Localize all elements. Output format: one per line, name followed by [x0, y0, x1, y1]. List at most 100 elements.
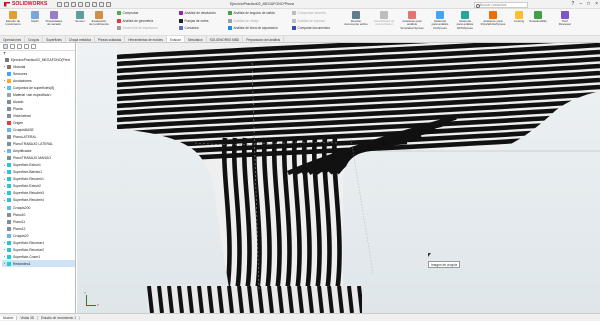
tree-item[interactable]: Sensores — [2, 70, 75, 77]
ribbon-button-0[interactable]: Estudio de movimiento — [3, 11, 23, 27]
ribbon-command-icon — [179, 11, 183, 15]
tab-9[interactable]: Preparación del análisis — [243, 36, 285, 42]
open-icon[interactable] — [64, 1, 70, 7]
feature-tree-icon[interactable] — [3, 44, 8, 49]
tree-item-label: Alzado — [13, 99, 24, 104]
bottom-tab-1[interactable]: Vistas 3D — [17, 315, 39, 320]
tree-item[interactable]: ▸ Redondeo1 — [2, 260, 75, 268]
help-icon[interactable]: ? — [571, 1, 574, 7]
tree-item[interactable]: ▸ Superficie-Barrido1 — [2, 169, 75, 176]
tree-item-icon — [7, 233, 11, 238]
ribbon-command-small_col3-2[interactable]: Análisis de línea de separación — [228, 26, 278, 30]
tree-item[interactable]: Material <sin especificar> — [2, 91, 75, 98]
display-manager-icon[interactable] — [31, 44, 36, 49]
tree-item[interactable]: ▸ Superficie-Coser1 — [2, 253, 75, 260]
ribbon-command-icon — [117, 11, 121, 15]
tree-item[interactable]: ▸ Superficie-Recortar1 — [2, 239, 75, 246]
ribbon-command-small_col1-0[interactable]: Comprobar — [117, 11, 138, 15]
close-icon[interactable]: × — [595, 1, 598, 7]
tab-3[interactable]: Chapa metálica — [66, 36, 95, 42]
tree-item-label: Superficie-Barrido1 — [13, 170, 43, 175]
tab-1[interactable]: Croquis — [25, 36, 44, 42]
ribbon-button-4[interactable]: Evaluación de rendimiento — [89, 11, 109, 27]
ribbon-command-icon — [292, 18, 296, 23]
options-icon[interactable] — [106, 1, 112, 7]
tree-item[interactable]: PlanoTRABAJO LATERAL — [2, 141, 75, 148]
tree-item[interactable]: Croquis200 — [2, 204, 75, 211]
graphics-area[interactable] — [77, 43, 600, 313]
tree-item[interactable]: ▸ Superficie-Recubrir1 — [2, 176, 75, 183]
new-icon[interactable] — [57, 1, 63, 7]
print-icon[interactable] — [78, 1, 84, 7]
ribbon-button-2[interactable]: Propiedades de secado — [44, 11, 64, 27]
ribbon-command-small_col4-2[interactable]: Comparar documentos — [292, 26, 330, 30]
ribbon-tool-7[interactable]: Sustainability — [525, 11, 551, 23]
tree-item[interactable]: Origen — [2, 119, 75, 126]
ribbon-command-small_col3-1[interactable]: Análisis de rebaje — [228, 18, 259, 23]
tree-item[interactable]: Vista lateral — [2, 112, 75, 119]
ribbon-tool-0[interactable]: Revisar documento activo — [343, 11, 369, 27]
ribbon-tool-2[interactable]: Asistente para análisis SimulationXpress — [399, 11, 425, 30]
undo-icon[interactable] — [85, 1, 91, 7]
ribbon-tool-1[interactable]: Sensibilidad de comprobador — [371, 11, 397, 27]
tree-item[interactable]: Croquis20 — [2, 232, 75, 239]
save-icon[interactable] — [71, 1, 77, 7]
ribbon-tool-icon — [436, 11, 444, 19]
tab-8[interactable]: SOLIDWORKS MBD — [207, 36, 244, 42]
tree-item[interactable]: ▸ Anotaciones — [2, 77, 75, 84]
tab-5[interactable]: Herramientas de moldes — [125, 36, 167, 42]
ribbon-command-small_col3-0[interactable]: Análisis de ángulos de salida — [228, 11, 275, 15]
bottom-tab-0[interactable]: Modelo — [0, 315, 18, 320]
tab-7[interactable]: Simulation — [185, 36, 207, 42]
ribbon-command-small_col4-1[interactable]: Análisis de espesor — [292, 18, 325, 23]
ribbon-command-small_col1-2[interactable]: Geometría de espesores — [117, 26, 158, 30]
ribbon-tool-3[interactable]: Asistente para análisis FloXpress — [427, 11, 453, 30]
tree-item[interactable]: CroquisBASE — [2, 126, 75, 133]
property-manager-icon[interactable] — [10, 44, 15, 49]
ribbon-tool-8[interactable]: Part Reviewer — [552, 11, 578, 27]
select-icon[interactable] — [92, 1, 98, 7]
solidworks-logo[interactable]: SOLIDWORKS — [4, 1, 47, 7]
ribbon-button-label: Medir — [31, 19, 39, 23]
tree-item[interactable]: Plano10 — [2, 211, 75, 218]
tree-item[interactable]: EjercicioPractico02_MEGAFONO(Pred — [2, 56, 75, 63]
minimize-icon[interactable]: – — [579, 1, 582, 7]
tree-item[interactable]: Alzado — [2, 98, 75, 105]
tree-item-label: Plano11 — [13, 219, 26, 224]
bottom-tab-2[interactable]: Estudio de movimiento 1 — [38, 315, 80, 320]
ribbon-command-icon — [292, 11, 296, 15]
ribbon-command-small_col2-1[interactable]: Franjas de cebra — [179, 18, 208, 23]
ribbon-command-small_col4-0[interactable]: Comprobar simetría — [292, 11, 326, 15]
tree-item[interactable]: PlanoLATERAL — [2, 134, 75, 141]
tree-item[interactable]: ▸ Historial — [2, 63, 75, 70]
tree-item[interactable]: ▸ Superficie-Recubrir3 — [2, 190, 75, 197]
ribbon-button-3[interactable]: Sensor — [70, 11, 90, 23]
tree-item[interactable]: ▸ Superficie-Extruir2 — [2, 183, 75, 190]
tree-item[interactable]: ▸ Conjuntos de superficies(8) — [2, 84, 75, 91]
tab-0[interactable]: Operaciones — [0, 36, 26, 42]
tree-item[interactable]: ▸ Amplificador — [2, 148, 75, 155]
tree-item[interactable]: Plano12 — [2, 225, 75, 232]
tab-6[interactable]: Evaluar — [166, 36, 185, 42]
ribbon-button-1[interactable]: Medir — [25, 11, 45, 23]
tab-2[interactable]: Superficies — [43, 36, 66, 42]
ribbon-command-small_col2-2[interactable]: Curvatura — [179, 26, 199, 30]
ribbon-tool-4[interactable]: Asistente para análisis DFMXpress — [452, 11, 478, 30]
ribbon-command-small_col2-0[interactable]: Análisis de desviación — [179, 11, 216, 15]
tree-item[interactable]: ▸ Superficie-Extruir1 — [2, 162, 75, 169]
rebuild-icon[interactable] — [99, 1, 105, 7]
tree-item[interactable]: PlanoTRABAJO MANGO — [2, 155, 75, 162]
dimxpert-icon[interactable] — [24, 44, 29, 49]
ribbon-tool-5[interactable]: Asistente para DriveWorksXpress — [480, 11, 506, 27]
configuration-icon[interactable] — [17, 44, 22, 49]
tree-item[interactable]: ▸ Superficie-Recubrir4 — [2, 197, 75, 204]
window-title: EjercicioPractico02_MEGAFONO*Pieza — [230, 2, 294, 6]
tree-item[interactable]: Plano11 — [2, 218, 75, 225]
tree-item[interactable]: ▸ Superficie-Recortar2 — [2, 246, 75, 253]
maximize-icon[interactable]: □ — [587, 1, 590, 7]
tree-item[interactable]: Planta — [2, 105, 75, 112]
search-input[interactable]: Buscar comandos — [474, 1, 528, 8]
tab-4[interactable]: Piezas soldadas — [95, 36, 126, 42]
ribbon-button-icon — [9, 11, 17, 19]
ribbon-command-small_col1-1[interactable]: Análisis de geometría — [117, 18, 153, 23]
